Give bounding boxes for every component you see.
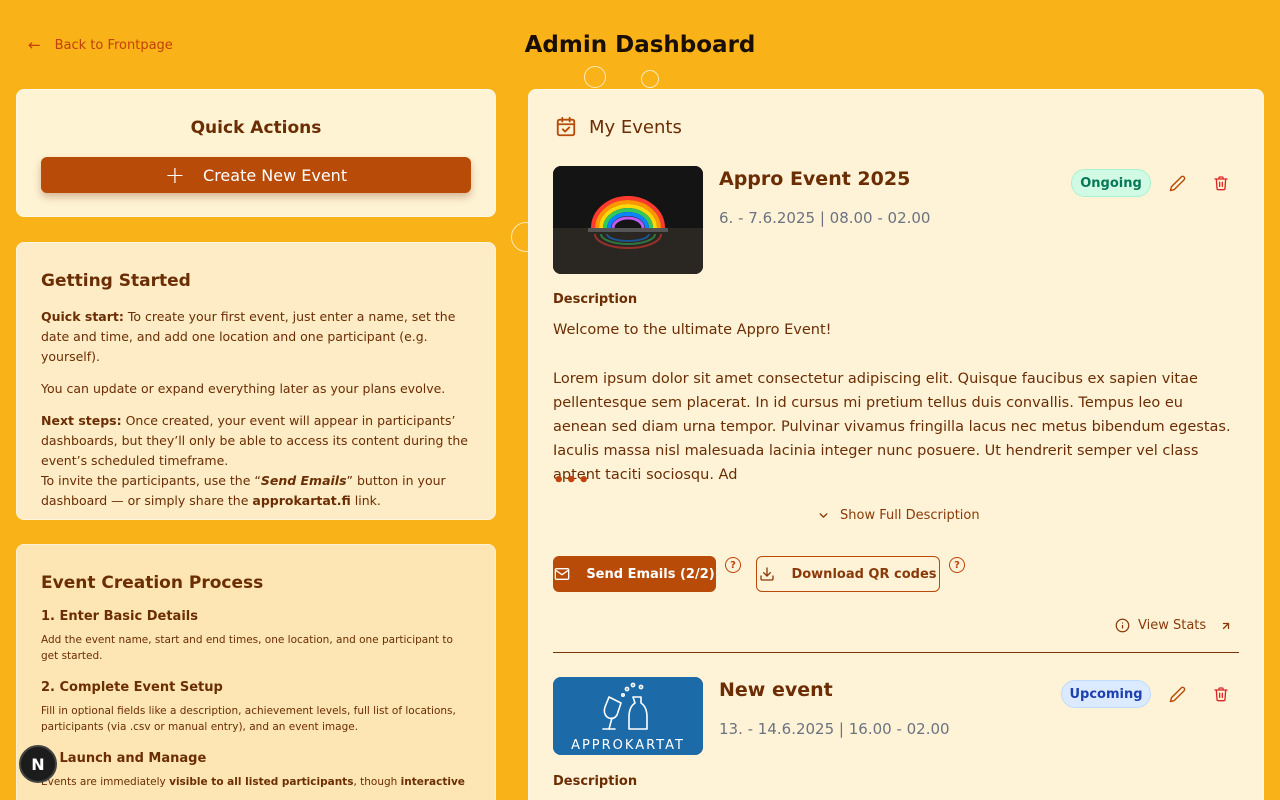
getting-started-card: Getting Started Quick start: To create y… (16, 242, 496, 520)
ellipsis-indicator: ••• (553, 470, 591, 491)
status-badge: Ongoing (1071, 169, 1151, 197)
info-icon (1115, 618, 1130, 633)
description-label: Description (553, 292, 638, 307)
step-title: 1. Enter Basic Details (41, 609, 198, 624)
event-image[interactable]: APPROKARTAT (553, 677, 703, 755)
page-title: Admin Dashboard (524, 32, 756, 58)
download-qr-codes-label: Download QR codes (791, 566, 937, 582)
step-text: Fill in optional fields like a descripti… (41, 705, 456, 733)
event-date: 13. - 14.6.2025 | 16.00 - 02.00 (719, 720, 950, 738)
event-title: Appro Event 2025 (719, 168, 911, 190)
view-stats-label: View Stats (1138, 618, 1207, 633)
event-divider (553, 652, 1239, 653)
decorative-bubble (584, 66, 606, 88)
my-events-header: My Events (555, 116, 682, 138)
chevron-down-icon (819, 513, 828, 518)
approkartat-link[interactable]: approkartat.fi (252, 493, 350, 508)
pencil-icon (1169, 175, 1185, 191)
description-label: Description (553, 774, 638, 789)
mail-icon (554, 568, 570, 580)
send-emails-button[interactable]: Send Emails (2/2) (553, 556, 716, 592)
quick-actions-card: Quick Actions + Create New Event (16, 89, 496, 217)
step-text-part: Events are immediately (41, 776, 170, 788)
next-steps-paragraph: Next steps: Once created, your event wil… (41, 411, 471, 511)
step-text-bold: visible to all listed participants (169, 776, 354, 788)
plus-icon: + (164, 161, 186, 189)
update-paragraph: You can update or expand everything late… (41, 381, 446, 396)
event-item: Appro Event 2025 6. - 7.6.2025 | 08.00 -… (553, 166, 1239, 666)
step-title: 3. Launch and Manage (41, 751, 207, 766)
create-new-event-label: Create New Event (203, 165, 348, 185)
dev-tools-button[interactable]: N (19, 745, 57, 783)
step-text-part: , though (353, 776, 401, 788)
download-icon (760, 567, 775, 581)
decorative-bubble (641, 70, 659, 88)
rainbow-neon-image (553, 166, 703, 274)
event-creation-process-card: Event Creation Process 1. Enter Basic De… (16, 544, 496, 800)
show-full-description-button[interactable]: Show Full Description (817, 508, 980, 523)
delete-button[interactable] (1210, 683, 1232, 705)
trash-icon (1214, 687, 1228, 702)
trash-icon (1214, 176, 1228, 191)
event-image[interactable] (553, 166, 703, 274)
event-date: 6. - 7.6.2025 | 08.00 - 02.00 (719, 209, 931, 227)
calendar-check-icon (556, 116, 576, 137)
step-title: 2. Complete Event Setup (41, 680, 223, 695)
help-icon[interactable]: ? (725, 557, 741, 573)
help-icon[interactable]: ? (949, 557, 965, 573)
show-full-description-label: Show Full Description (840, 508, 980, 523)
status-badge: Upcoming (1061, 680, 1151, 708)
send-emails-reference: Send Emails (260, 473, 347, 488)
approkartat-logo-text: APPROKARTAT (571, 738, 685, 753)
quick-actions-title: Quick Actions (190, 118, 322, 138)
approkartat-logo-image: APPROKARTAT (553, 677, 703, 755)
create-new-event-button[interactable]: + Create New Event (41, 157, 471, 193)
send-emails-label: Send Emails (2/2) (586, 566, 715, 582)
step-text: Events are immediately visible to all li… (41, 774, 471, 790)
event-item: APPROKARTAT New event 13. - 14.6.2025 | … (553, 677, 1239, 800)
event-title: New event (719, 679, 833, 701)
my-events-card: My Events Appro Event 2025 6. - 7.6.2025… (528, 89, 1264, 800)
view-stats-link[interactable]: View Stats (1115, 618, 1232, 633)
description-line: Welcome to the ultimate Appro Event! (553, 322, 832, 338)
pencil-icon (1169, 686, 1185, 702)
download-qr-codes-button[interactable]: Download QR codes (756, 556, 940, 592)
delete-button[interactable] (1210, 172, 1232, 194)
description-text: Lorem ipsum dolor sit amet consectetur a… (553, 371, 1231, 483)
edit-button[interactable] (1166, 683, 1188, 705)
getting-started-title: Getting Started (41, 271, 191, 291)
quick-start-paragraph: Quick start: To create your first event,… (41, 307, 471, 367)
my-events-title: My Events (589, 116, 682, 138)
invite-suffix: link. (350, 493, 381, 508)
arrow-up-right-icon (1223, 622, 1230, 629)
step-text: Add the event name, start and end times,… (41, 634, 453, 662)
step-text-bold: interactive (400, 776, 465, 788)
quick-start-label: Quick start: (41, 309, 124, 324)
edit-button[interactable] (1166, 172, 1188, 194)
next-steps-label: Next steps: (41, 413, 122, 428)
invite-prefix: To invite the participants, use the “ (41, 473, 261, 488)
event-creation-process-title: Event Creation Process (41, 573, 264, 593)
